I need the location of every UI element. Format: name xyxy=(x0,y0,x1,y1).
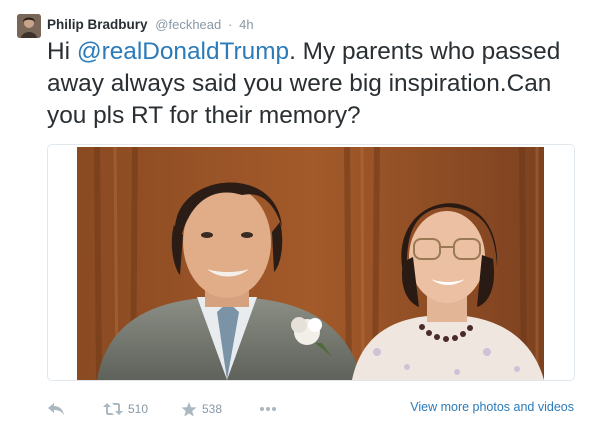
tweet-timestamp[interactable]: 4h xyxy=(239,17,253,32)
view-more-photos-link[interactable]: View more photos and videos xyxy=(410,400,574,414)
author-name[interactable]: Philip Bradbury xyxy=(47,17,148,32)
header-separator: · xyxy=(228,17,233,32)
retweet-button[interactable]: 510 xyxy=(103,398,148,420)
mention-link[interactable]: @realDonaldTrump xyxy=(77,38,289,65)
favorite-button[interactable]: 538 xyxy=(181,398,222,420)
author-avatar[interactable] xyxy=(17,14,41,38)
star-icon xyxy=(181,401,197,417)
favorite-count: 538 xyxy=(202,402,223,416)
retweet-count: 510 xyxy=(128,402,149,416)
reply-button[interactable] xyxy=(47,398,65,420)
media-container[interactable] xyxy=(47,144,575,381)
tweet-text-start: Hi xyxy=(47,38,77,65)
author-handle[interactable]: @feckhead xyxy=(155,17,221,32)
tweet-header: Philip Bradbury @feckhead · 4h xyxy=(47,16,254,34)
retweet-icon xyxy=(103,402,123,416)
tweet-actions: 510 538 View more photos and videos xyxy=(47,398,577,420)
reply-icon xyxy=(47,402,65,416)
more-button[interactable] xyxy=(259,398,277,420)
more-dots-icon xyxy=(259,406,277,412)
tweet-text: Hi @realDonaldTrump. My parents who pass… xyxy=(47,36,592,132)
tweet-photo[interactable] xyxy=(77,147,544,380)
tweet-card: Philip Bradbury @feckhead · 4h Hi @realD… xyxy=(0,0,598,447)
